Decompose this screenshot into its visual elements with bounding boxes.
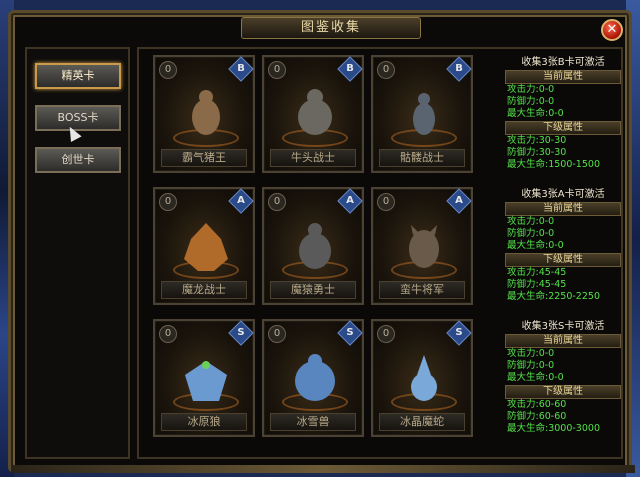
stat-line: 防御力:0-0 [507,96,555,107]
grade-badge: S [228,320,254,346]
tab-boss-card[interactable]: BOSS卡 [35,105,121,131]
monster-silhouette-icon [192,90,220,135]
card-name: 骷髅战士 [379,149,465,167]
close-icon: ✕ [606,22,618,37]
stat-line: 攻击力:30-30 [507,135,567,146]
stat-line: 防御力:0-0 [507,228,555,239]
tab-elite-card[interactable]: 精英卡 [35,63,121,89]
card-name: 霸气猪王 [161,149,247,167]
card-name: 牛头战士 [270,149,356,167]
monster-card[interactable]: 0 A 蛮牛将军 [371,187,473,305]
stat-line: 防御力:60-60 [507,411,567,422]
set-bonus-panel-s: 收集3张S卡可激活 当前属性 攻击力:0-0 防御力:0-0 最大生命:0-0 … [505,321,621,453]
stat-line: 最大生命:2250-2250 [507,291,600,302]
panel-title: 收集3张B卡可激活 [521,57,605,68]
monster-card[interactable]: 0 B 霸气猪王 [153,55,255,173]
card-category-sidebar: 精英卡 BOSS卡 创世卡 [25,47,130,459]
panel-title: 收集3张A卡可激活 [521,189,605,200]
card-name: 冰雪兽 [270,413,356,431]
grade-badge: S [446,320,472,346]
card-count-badge: 0 [268,61,286,79]
grade-badge: A [228,188,254,214]
card-name: 魔龙战士 [161,281,247,299]
card-name: 冰原狼 [161,413,247,431]
grade-badge: A [337,188,363,214]
collection-window: 图鉴收集 ✕ 精英卡 BOSS卡 创世卡 0 B 霸气猪王 0 B 牛头战士 0… [8,10,635,473]
stat-line: 攻击力:0-0 [507,216,555,227]
grade-badge: B [228,56,254,82]
next-stats-header: 下级属性 [505,385,621,399]
close-button[interactable]: ✕ [601,19,623,41]
monster-card[interactable]: 0 S 冰晶魔蛇 [371,319,473,437]
stat-line: 最大生命:0-0 [507,372,564,383]
monster-silhouette-icon [184,223,228,271]
card-count-badge: 0 [377,61,395,79]
monster-silhouette-icon [409,225,439,268]
card-count-badge: 0 [159,61,177,79]
monster-silhouette-icon [185,361,227,401]
stat-line: 攻击力:0-0 [507,84,555,95]
stat-line: 防御力:30-30 [507,147,567,158]
stat-line: 最大生命:0-0 [507,240,564,251]
stat-line: 防御力:45-45 [507,279,567,290]
set-bonus-panel-b: 收集3张B卡可激活 当前属性 攻击力:0-0 防御力:0-0 最大生命:0-0 … [505,57,621,189]
monster-silhouette-icon [413,93,435,135]
card-count-badge: 0 [377,193,395,211]
monster-silhouette-icon [299,223,331,269]
stat-line: 最大生命:1500-1500 [507,159,600,170]
window-bottom-frame [11,465,635,473]
card-count-badge: 0 [159,193,177,211]
monster-silhouette-icon [298,89,332,135]
monster-card[interactable]: 0 B 牛头战士 [262,55,364,173]
card-count-badge: 0 [268,325,286,343]
monster-card[interactable]: 0 A 魔猿勇士 [262,187,364,305]
card-count-badge: 0 [268,193,286,211]
monster-silhouette-icon [295,354,335,401]
grade-badge: A [446,188,472,214]
current-stats-header: 当前属性 [505,202,621,216]
stat-line: 防御力:0-0 [507,360,555,371]
monster-card[interactable]: 0 A 魔龙战士 [153,187,255,305]
monster-silhouette-icon [411,355,437,401]
monster-card[interactable]: 0 B 骷髅战士 [371,55,473,173]
card-name: 魔猿勇士 [270,281,356,299]
stat-line: 最大生命:0-0 [507,108,564,119]
current-stats-header: 当前属性 [505,334,621,348]
next-stats-header: 下级属性 [505,121,621,135]
card-grid-area: 0 B 霸气猪王 0 B 牛头战士 0 B 骷髅战士 收集3张B卡可激活 当前属… [137,47,623,459]
set-bonus-panel-a: 收集3张A卡可激活 当前属性 攻击力:0-0 防御力:0-0 最大生命:0-0 … [505,189,621,321]
panel-title: 收集3张S卡可激活 [521,321,605,332]
stat-line: 攻击力:45-45 [507,267,567,278]
grade-badge: B [337,56,363,82]
current-stats-header: 当前属性 [505,70,621,84]
window-title: 图鉴收集 [241,17,421,39]
monster-card[interactable]: 0 S 冰原狼 [153,319,255,437]
stat-line: 最大生命:3000-3000 [507,423,600,434]
card-name: 蛮牛将军 [379,281,465,299]
grade-badge: S [337,320,363,346]
next-stats-header: 下级属性 [505,253,621,267]
card-name: 冰晶魔蛇 [379,413,465,431]
card-count-badge: 0 [377,325,395,343]
stat-line: 攻击力:0-0 [507,348,555,359]
stat-line: 攻击力:60-60 [507,399,567,410]
card-count-badge: 0 [159,325,177,343]
grade-badge: B [446,56,472,82]
tab-genesis-card[interactable]: 创世卡 [35,147,121,173]
monster-card[interactable]: 0 S 冰雪兽 [262,319,364,437]
